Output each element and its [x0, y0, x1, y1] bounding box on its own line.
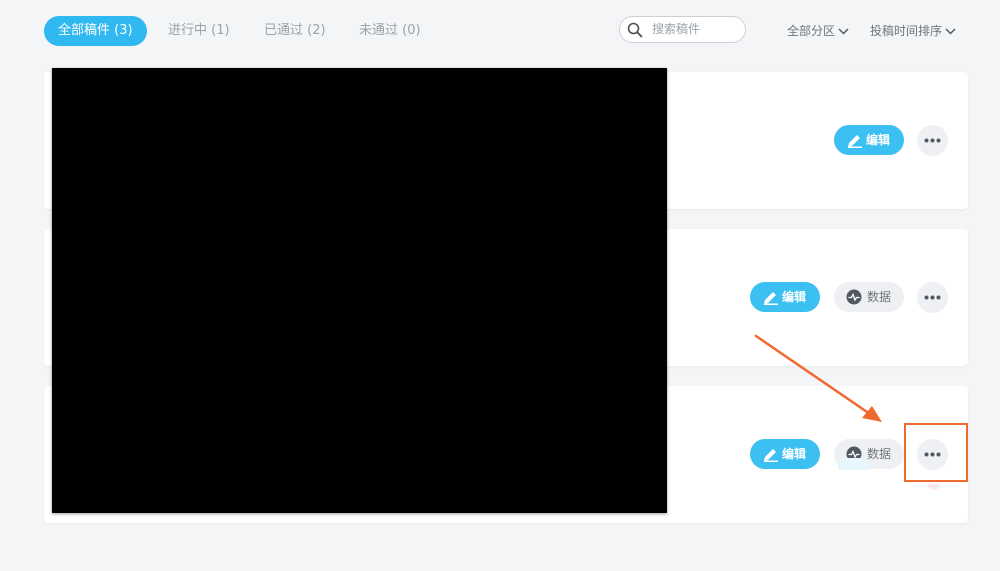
category-dropdown-label: 全部分区 [787, 24, 836, 38]
tab-rejected[interactable]: 未通过 (0) [359, 16, 421, 46]
manuscript-toolbar: 全部稿件 (3) 进行中 (1) 已通过 (2) 未通过 (0) 搜索稿件 全部… [0, 0, 1000, 62]
data-button[interactable]: 数据 [834, 282, 904, 312]
search-placeholder: 搜索稿件 [652, 22, 701, 36]
tab-approved[interactable]: 已通过 (2) [264, 16, 326, 46]
search-input[interactable]: 搜索稿件 [619, 16, 746, 43]
search-icon [627, 22, 643, 38]
chevron-down-icon [945, 28, 956, 35]
edit-button[interactable]: 编辑 [750, 439, 820, 469]
chevron-down-icon [838, 28, 849, 35]
category-dropdown[interactable]: 全部分区 [787, 22, 849, 40]
more-dots-icon [924, 138, 941, 143]
tab-in-progress[interactable]: 进行中 (1) [168, 16, 230, 46]
tooltip-fragment [838, 458, 870, 470]
pulse-icon [846, 289, 862, 305]
pencil-icon [848, 135, 862, 148]
data-button-label: 数据 [867, 447, 892, 461]
sort-dropdown-label: 投稿时间排序 [870, 24, 943, 38]
edit-button-label: 编辑 [782, 447, 807, 461]
edit-button-label: 编辑 [782, 290, 807, 304]
edit-button[interactable]: 编辑 [834, 125, 904, 155]
edit-button[interactable]: 编辑 [750, 282, 820, 312]
data-button-label: 数据 [867, 290, 892, 304]
annotation-arrow-icon [754, 334, 882, 422]
more-button[interactable] [917, 282, 948, 313]
more-button[interactable] [917, 125, 948, 156]
redacted-overlay [52, 68, 667, 513]
tab-all[interactable]: 全部稿件 (3) [44, 16, 147, 46]
annotation-highlight-box [904, 423, 968, 482]
sort-dropdown[interactable]: 投稿时间排序 [870, 22, 956, 40]
more-dots-icon [924, 295, 941, 300]
edit-button-label: 编辑 [866, 133, 891, 147]
pencil-icon [764, 292, 778, 305]
pencil-icon [764, 449, 778, 462]
